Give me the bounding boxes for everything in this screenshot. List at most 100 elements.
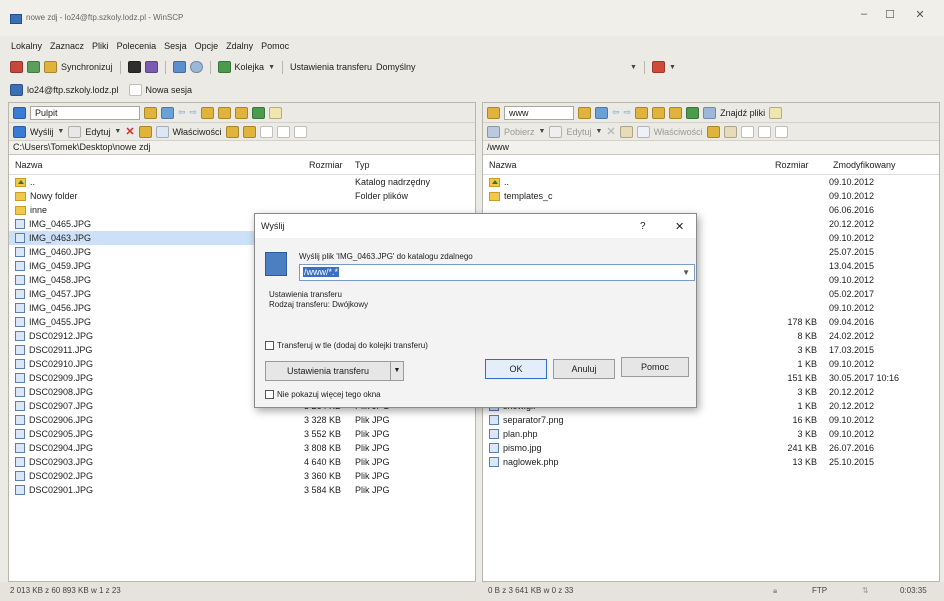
column-name[interactable]: Nazwa (15, 160, 43, 170)
ok-button[interactable]: OK (485, 359, 547, 379)
chevron-down-icon[interactable]: ▼ (268, 64, 275, 71)
home-icon[interactable] (669, 106, 683, 119)
download-button[interactable]: Pobierz (504, 127, 535, 137)
file-row[interactable]: pismo.jpg 241 KB 26.07.2016 (483, 441, 939, 455)
chevron-down-icon[interactable]: ▼ (114, 128, 121, 135)
filter-icon[interactable] (161, 106, 174, 119)
edit-button[interactable]: Edytuj (85, 127, 110, 137)
transfer-settings-dropdown[interactable]: ▼ (390, 361, 404, 381)
filter-icon[interactable] (595, 106, 608, 119)
home-icon[interactable] (235, 106, 249, 119)
gear-icon[interactable] (189, 61, 203, 73)
chevron-down-icon[interactable]: ▼ (669, 64, 676, 71)
menu-pliki[interactable]: Pliki (91, 41, 110, 51)
file-row[interactable]: naglowek.php 13 KB 25.10.2015 (483, 455, 939, 469)
forward-arrow-icon[interactable]: ⇨ (624, 107, 632, 118)
putty-icon[interactable] (144, 61, 158, 73)
menu-lokalny[interactable]: Lokalny (10, 41, 43, 51)
chevron-down-icon[interactable]: ▼ (630, 64, 637, 71)
new-file-icon[interactable] (723, 125, 737, 138)
unselect-icon[interactable] (276, 125, 290, 138)
menu-pomoc[interactable]: Pomoc (260, 41, 290, 51)
checkbox-box[interactable] (265, 341, 274, 351)
edit-button[interactable]: Edytuj (566, 127, 591, 137)
minimize-button[interactable]: – (854, 8, 874, 20)
file-row[interactable]: separator7.png 16 KB 09.10.2012 (483, 413, 939, 427)
file-row[interactable]: DSC02902.JPG 3 360 KB Plik JPG (9, 469, 475, 483)
chevron-down-icon[interactable]: ▼ (57, 128, 64, 135)
dialog-close-button[interactable]: ✕ (675, 220, 684, 233)
send-button[interactable]: Wyślij (30, 127, 53, 137)
menu-polecenia[interactable]: Polecenia (116, 41, 158, 51)
root-dir-icon[interactable] (218, 106, 232, 119)
menu-zaznacz[interactable]: Zaznacz (49, 41, 85, 51)
rename-icon[interactable] (619, 125, 633, 138)
refresh-icon[interactable] (686, 106, 700, 119)
chevron-down-icon[interactable]: ▼ (595, 128, 602, 135)
sync-browse-icon[interactable] (27, 61, 40, 73)
session-tab[interactable]: lo24@ftp.szkoly.lodz.pl (27, 85, 119, 95)
chevron-down-icon[interactable]: ▼ (539, 128, 546, 135)
file-row[interactable]: DSC02901.JPG 3 584 KB Plik JPG (9, 483, 475, 497)
unselect-icon[interactable] (757, 125, 771, 138)
transfer-profile-icon[interactable] (651, 61, 665, 73)
filter-files-icon[interactable] (293, 125, 307, 138)
select-all-icon[interactable] (740, 125, 754, 138)
preferences-icon[interactable] (172, 61, 186, 73)
file-row[interactable]: .. 09.10.2012 (483, 175, 939, 189)
target-directory-input[interactable]: /www/*.* ▼ (299, 264, 695, 281)
local-path[interactable]: C:\Users\Tomek\Desktop\nowe zdj (9, 141, 475, 155)
open-folder-icon[interactable] (578, 106, 591, 119)
close-button[interactable]: ✕ (910, 8, 930, 21)
file-row[interactable]: .. Katalog nadrzędny (9, 175, 475, 189)
remote-path[interactable]: /www (483, 141, 939, 155)
delete-icon[interactable]: ✕ (125, 125, 134, 138)
root-dir-icon[interactable] (652, 106, 666, 119)
dialog-help-button[interactable]: ? (640, 221, 646, 232)
new-folder-icon[interactable] (706, 125, 720, 138)
parent-dir-icon[interactable] (201, 106, 215, 119)
back-arrow-icon[interactable]: ⇦ (612, 107, 620, 118)
maximize-button[interactable]: ☐ (880, 8, 900, 21)
properties-button[interactable]: Właściwości (654, 127, 703, 137)
new-folder-icon[interactable] (225, 125, 239, 138)
chevron-down-icon[interactable]: ▼ (682, 265, 690, 280)
file-row[interactable]: DSC02903.JPG 4 640 KB Plik JPG (9, 455, 475, 469)
file-row[interactable]: Nowy folder Folder plików (9, 189, 475, 203)
cancel-button[interactable]: Anuluj (553, 359, 615, 379)
sync-icon[interactable] (769, 106, 783, 119)
column-type[interactable]: Typ (355, 160, 370, 170)
menu-sesja[interactable]: Sesja (163, 41, 188, 51)
new-session-tab[interactable]: Nowa sesja (146, 85, 193, 95)
parent-dir-icon[interactable] (635, 106, 649, 119)
file-row[interactable]: plan.php 3 KB 09.10.2012 (483, 427, 939, 441)
column-modified[interactable]: Zmodyfikowany (833, 160, 896, 170)
file-row[interactable]: DSC02905.JPG 3 552 KB Plik JPG (9, 427, 475, 441)
file-row[interactable]: templates_c 09.10.2012 (483, 189, 939, 203)
menu-zdalny[interactable]: Zdalny (225, 41, 254, 51)
filter-files-icon[interactable] (774, 125, 788, 138)
synchronize-button[interactable]: Synchronizuj (61, 62, 113, 72)
compare-icon[interactable] (10, 61, 23, 73)
delete-icon[interactable]: ✕ (606, 125, 615, 138)
transfer-settings-button[interactable]: Ustawienia transferu (265, 361, 391, 381)
find-files-button[interactable]: Znajdź pliki (720, 108, 765, 118)
open-folder-icon[interactable] (144, 106, 157, 119)
new-file-icon[interactable] (242, 125, 256, 138)
column-size[interactable]: Rozmiar (775, 160, 809, 170)
local-drive-select[interactable]: Pulpit (30, 105, 140, 120)
forward-arrow-icon[interactable]: ⇨ (190, 107, 198, 118)
properties-button[interactable]: Właściwości (173, 127, 222, 137)
checkbox-box[interactable] (265, 390, 274, 400)
terminal-icon[interactable] (127, 61, 141, 73)
remote-dir-select[interactable]: www (504, 105, 574, 120)
background-transfer-checkbox[interactable]: Transferuj w tle (dodaj do kolejki trans… (265, 341, 428, 351)
find-icon[interactable] (269, 106, 283, 119)
queue-button[interactable]: Kolejka (235, 62, 265, 72)
back-arrow-icon[interactable]: ⇦ (178, 107, 186, 118)
column-name[interactable]: Nazwa (489, 160, 517, 170)
transfer-settings-select[interactable]: Domyślny (376, 62, 626, 72)
column-size[interactable]: Rozmiar (309, 160, 343, 170)
refresh-icon[interactable] (252, 106, 266, 119)
dont-show-checkbox[interactable]: Nie pokazuj więcej tego okna (265, 390, 381, 400)
